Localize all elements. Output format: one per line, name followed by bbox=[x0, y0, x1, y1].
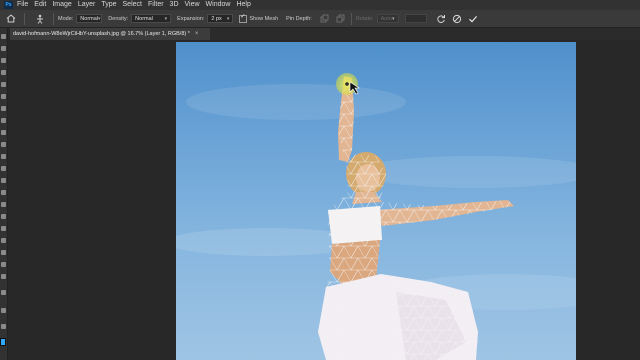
brush-tool-icon[interactable] bbox=[1, 130, 6, 135]
type-tool-icon[interactable] bbox=[1, 226, 6, 231]
divider bbox=[53, 12, 54, 25]
commit-checkmark-icon[interactable] bbox=[467, 13, 479, 25]
eyedropper-tool-icon[interactable] bbox=[1, 106, 6, 111]
menu-layer[interactable]: Layer bbox=[78, 0, 96, 10]
show-mesh-checkbox[interactable] bbox=[239, 13, 248, 23]
lasso-tool-icon[interactable] bbox=[1, 58, 6, 63]
dancer-photo-with-mesh bbox=[176, 73, 576, 360]
chevron-down-icon: ▾ bbox=[226, 15, 230, 22]
document-tab-title: david-hofmann-W8eWjrCiHbY-unsplash.jpg @… bbox=[13, 31, 190, 37]
more-tools-icon[interactable] bbox=[1, 290, 6, 295]
cancel-icon[interactable] bbox=[451, 13, 463, 25]
menu-bar: Ps File Edit Image Layer Type Select Fil… bbox=[0, 0, 640, 10]
show-mesh-label: Show Mesh bbox=[249, 15, 279, 22]
density-value: Normal bbox=[135, 15, 153, 22]
path-selection-tool-icon[interactable] bbox=[1, 238, 6, 243]
quick-mask-icon[interactable] bbox=[1, 324, 6, 329]
dodge-tool-icon[interactable] bbox=[1, 202, 6, 207]
close-icon[interactable]: × bbox=[195, 31, 199, 37]
document-tab-bar: david-hofmann-W8eWjrCiHbY-unsplash.jpg @… bbox=[10, 28, 640, 40]
chevron-down-icon: ▾ bbox=[164, 15, 168, 22]
move-tool-icon[interactable] bbox=[1, 34, 6, 39]
divider bbox=[350, 12, 352, 25]
density-select[interactable]: Normal ▾ bbox=[131, 14, 172, 23]
tools-panel bbox=[0, 28, 8, 360]
density-label: Density: bbox=[108, 15, 129, 22]
home-icon[interactable] bbox=[2, 12, 20, 26]
expansion-value: 2 px bbox=[211, 15, 222, 22]
document-canvas-image[interactable] bbox=[176, 42, 576, 360]
foreground-color-swatch[interactable] bbox=[0, 338, 6, 346]
marquee-tool-icon[interactable] bbox=[1, 46, 6, 51]
reset-icon[interactable] bbox=[435, 13, 447, 25]
menu-view[interactable]: View bbox=[185, 0, 200, 10]
zoom-tool-icon[interactable] bbox=[1, 274, 6, 279]
chevron-down-icon: ▾ bbox=[392, 15, 395, 22]
menu-3d[interactable]: 3D bbox=[170, 0, 179, 10]
menu-window[interactable]: Window bbox=[206, 0, 231, 10]
hand-tool-icon[interactable] bbox=[1, 262, 6, 267]
clone-stamp-tool-icon[interactable] bbox=[1, 142, 6, 147]
rotate-label: Rotate: bbox=[355, 15, 374, 22]
blur-tool-icon[interactable] bbox=[1, 190, 6, 195]
chevron-down-icon: ▾ bbox=[98, 15, 101, 22]
mode-label: Mode: bbox=[58, 15, 74, 22]
crop-tool-icon[interactable] bbox=[1, 82, 6, 87]
menu-filter[interactable]: Filter bbox=[148, 0, 164, 10]
rotate-value: Auto bbox=[380, 15, 392, 22]
photoshop-logo-icon[interactable]: Ps bbox=[4, 1, 13, 9]
options-bar: Mode: Normal ▾ Density: Normal ▾ Expansi… bbox=[0, 10, 640, 28]
menu-type[interactable]: Type bbox=[101, 0, 116, 10]
mode-value: Normal bbox=[80, 15, 99, 22]
history-brush-tool-icon[interactable] bbox=[1, 154, 6, 159]
pen-tool-icon[interactable] bbox=[1, 214, 6, 219]
expansion-label: Expansion: bbox=[177, 15, 205, 22]
pin-depth-front-icon[interactable] bbox=[319, 13, 331, 25]
frame-tool-icon[interactable] bbox=[1, 94, 6, 99]
quick-select-tool-icon[interactable] bbox=[1, 70, 6, 75]
rotate-angle-field[interactable] bbox=[404, 14, 427, 23]
gradient-tool-icon[interactable] bbox=[1, 178, 6, 183]
eraser-tool-icon[interactable] bbox=[1, 166, 6, 171]
pin-depth-back-icon[interactable] bbox=[335, 13, 347, 25]
pin-depth-label: Pin Depth: bbox=[286, 15, 312, 22]
edit-toolbar-icon[interactable] bbox=[1, 308, 6, 313]
rectangle-tool-icon[interactable] bbox=[1, 250, 6, 255]
mode-select[interactable]: Normal ▾ bbox=[76, 14, 103, 23]
expansion-field[interactable]: 2 px ▾ bbox=[207, 14, 234, 23]
menu-edit[interactable]: Edit bbox=[34, 0, 46, 10]
menu-image[interactable]: Image bbox=[52, 0, 71, 10]
document-tab[interactable]: david-hofmann-W8eWjrCiHbY-unsplash.jpg @… bbox=[10, 28, 210, 40]
menu-help[interactable]: Help bbox=[236, 0, 250, 10]
divider bbox=[24, 12, 25, 25]
menu-select[interactable]: Select bbox=[123, 0, 142, 10]
rotate-select[interactable]: Auto ▾ bbox=[376, 14, 399, 23]
healing-brush-tool-icon[interactable] bbox=[1, 118, 6, 123]
puppet-warp-tool-icon[interactable] bbox=[31, 12, 49, 26]
menu-file[interactable]: File bbox=[17, 0, 28, 10]
